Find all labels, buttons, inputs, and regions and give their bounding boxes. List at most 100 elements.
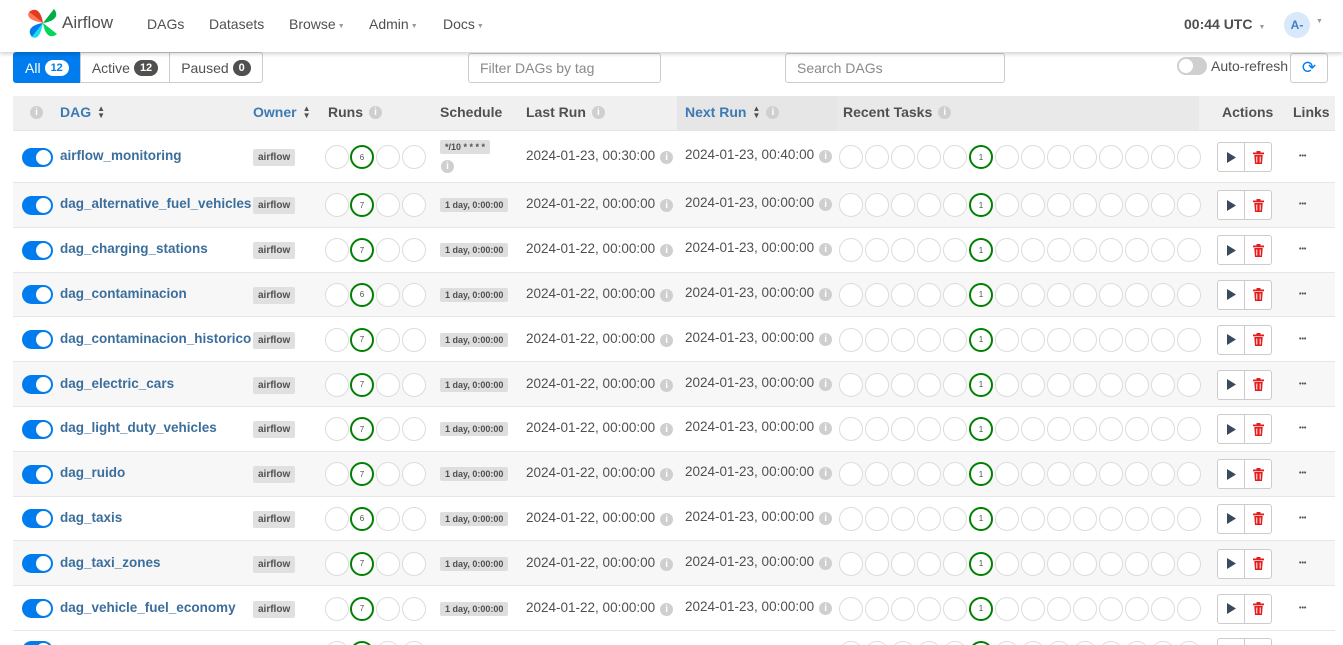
trigger-dag-button[interactable] xyxy=(1217,548,1245,579)
info-icon[interactable]: i xyxy=(938,105,952,119)
run-state-circle[interactable] xyxy=(376,417,400,442)
nav-admin-label[interactable]: Admin xyxy=(369,16,409,32)
auto-refresh-toggle[interactable] xyxy=(1177,57,1207,75)
task-state-circle[interactable] xyxy=(865,640,889,645)
info-icon[interactable]: i xyxy=(660,512,674,526)
task-state-circle[interactable] xyxy=(1099,238,1123,263)
schedule-badge[interactable]: 1 day, 0:00:00 xyxy=(440,243,509,258)
dag-pause-toggle[interactable] xyxy=(22,640,53,645)
header-next-run[interactable]: Next Run ▲ ▼ i xyxy=(685,104,780,120)
task-state-circle[interactable] xyxy=(891,596,915,621)
run-state-circle[interactable] xyxy=(402,282,426,307)
dag-pause-toggle[interactable] xyxy=(22,419,53,439)
task-state-circle[interactable] xyxy=(1099,596,1123,621)
nav-dags-label[interactable]: DAGs xyxy=(147,16,184,32)
dag-pause-toggle[interactable] xyxy=(22,285,53,305)
task-state-circle[interactable] xyxy=(839,282,863,307)
task-state-circle[interactable] xyxy=(917,640,941,645)
info-icon[interactable]: i xyxy=(819,377,833,391)
last-run-date-text[interactable]: 2024-01-22, 00:00:00 xyxy=(526,376,655,391)
nav-datasets-label[interactable]: Datasets xyxy=(209,16,264,32)
schedule-badge[interactable]: 1 day, 0:00:00 xyxy=(440,422,509,437)
task-state-circle[interactable] xyxy=(1177,417,1201,442)
task-state-circle[interactable] xyxy=(1021,193,1045,218)
clock-label[interactable]: 00:44 UTC xyxy=(1184,16,1252,32)
schedule-badge[interactable]: 1 day, 0:00:00 xyxy=(440,198,509,213)
task-state-circle[interactable] xyxy=(1151,238,1175,263)
header-next-run-label[interactable]: Next Run xyxy=(685,104,746,120)
task-state-circle[interactable] xyxy=(1177,640,1201,645)
delete-dag-button[interactable] xyxy=(1244,142,1272,172)
task-state-circle[interactable] xyxy=(1151,145,1175,169)
nav-browse[interactable]: Browse ▼ xyxy=(289,16,345,32)
task-success-circle[interactable]: 1 xyxy=(969,372,993,397)
run-success-circle[interactable]: 7 xyxy=(350,372,374,397)
last-run-date-text[interactable]: 2024-01-22, 00:00:00 xyxy=(526,241,655,256)
task-success-circle[interactable]: 1 xyxy=(969,596,993,621)
owner-tag[interactable]: airflow xyxy=(253,331,296,349)
task-state-circle[interactable] xyxy=(1021,238,1045,263)
refresh-button[interactable]: ⟳ xyxy=(1290,53,1328,83)
tab-all-label[interactable]: All xyxy=(25,60,41,76)
more-links-icon[interactable]: ••• xyxy=(1299,336,1306,343)
delete-dag-button[interactable] xyxy=(1244,637,1272,645)
task-state-circle[interactable] xyxy=(943,327,967,352)
tab-paused-label[interactable]: Paused xyxy=(181,60,228,76)
run-state-circle[interactable] xyxy=(376,372,400,397)
dag-id-link[interactable]: airflow_monitoring xyxy=(60,148,182,163)
last-run-date[interactable]: 2024-01-22, 00:00:00 i xyxy=(526,555,674,571)
task-state-circle[interactable] xyxy=(1099,506,1123,531)
task-state-circle[interactable] xyxy=(891,462,915,487)
task-state-circle[interactable] xyxy=(995,462,1019,487)
task-state-circle[interactable] xyxy=(839,462,863,487)
dag-id-link[interactable]: dag_alternative_fuel_vehicles xyxy=(60,196,251,211)
last-run-date[interactable]: 2024-01-22, 00:00:00 i xyxy=(526,510,674,526)
airflow-logo-icon[interactable] xyxy=(26,6,60,40)
sort-icon[interactable]: ▲ ▼ xyxy=(303,105,311,120)
run-state-circle[interactable] xyxy=(376,506,400,531)
task-state-circle[interactable] xyxy=(1151,640,1175,645)
info-icon[interactable]: i xyxy=(819,287,833,301)
last-run-date-text[interactable]: 2024-01-22, 00:00:00 xyxy=(526,555,655,570)
task-state-circle[interactable] xyxy=(1073,145,1097,169)
task-state-circle[interactable] xyxy=(943,238,967,263)
task-state-circle[interactable] xyxy=(1021,551,1045,576)
run-state-circle[interactable] xyxy=(402,145,426,169)
last-run-date[interactable]: 2024-01-22, 00:00:00 i xyxy=(526,465,674,482)
task-state-circle[interactable] xyxy=(995,372,1019,397)
task-state-circle[interactable] xyxy=(1099,462,1123,487)
task-state-circle[interactable] xyxy=(943,640,967,645)
task-state-circle[interactable] xyxy=(1073,282,1097,307)
header-owner[interactable]: Owner ▲ ▼ xyxy=(253,104,311,120)
dag-pause-toggle[interactable] xyxy=(22,464,53,484)
info-icon[interactable]: i xyxy=(369,105,382,119)
task-state-circle[interactable] xyxy=(891,640,915,645)
more-links-icon[interactable]: ••• xyxy=(1299,291,1306,298)
task-state-circle[interactable] xyxy=(1177,462,1201,487)
task-state-circle[interactable] xyxy=(891,506,915,531)
run-state-circle[interactable] xyxy=(402,462,426,487)
task-state-circle[interactable] xyxy=(943,372,967,397)
task-state-circle[interactable] xyxy=(1151,596,1175,621)
schedule-badge[interactable]: 1 day, 0:00:00 xyxy=(440,511,509,526)
nav-browse-label[interactable]: Browse xyxy=(289,16,336,32)
task-state-circle[interactable] xyxy=(1073,462,1097,487)
task-state-circle[interactable] xyxy=(1099,417,1123,442)
info-icon[interactable]: i xyxy=(819,601,833,615)
info-icon[interactable]: i xyxy=(819,422,833,436)
run-state-circle[interactable] xyxy=(325,238,349,263)
last-run-date[interactable]: 2024-01-22, 00:00:00 i xyxy=(526,241,674,258)
task-state-circle[interactable] xyxy=(839,238,863,263)
more-links-icon[interactable]: ••• xyxy=(1299,470,1306,477)
task-success-circle[interactable]: 1 xyxy=(969,506,993,531)
task-state-circle[interactable] xyxy=(943,193,967,218)
task-state-circle[interactable] xyxy=(917,462,941,487)
more-links-icon[interactable]: ••• xyxy=(1299,515,1306,522)
last-run-date[interactable]: 2024-01-22, 00:00:00 i xyxy=(526,286,674,302)
task-state-circle[interactable] xyxy=(1177,596,1201,621)
last-run-date[interactable]: 2024-01-22, 00:00:00 i xyxy=(526,331,674,347)
task-state-circle[interactable] xyxy=(839,193,863,218)
last-run-date-text[interactable]: 2024-01-22, 00:00:00 xyxy=(526,331,655,346)
owner-tag[interactable]: airflow xyxy=(253,149,296,166)
task-state-circle[interactable] xyxy=(1047,551,1071,576)
